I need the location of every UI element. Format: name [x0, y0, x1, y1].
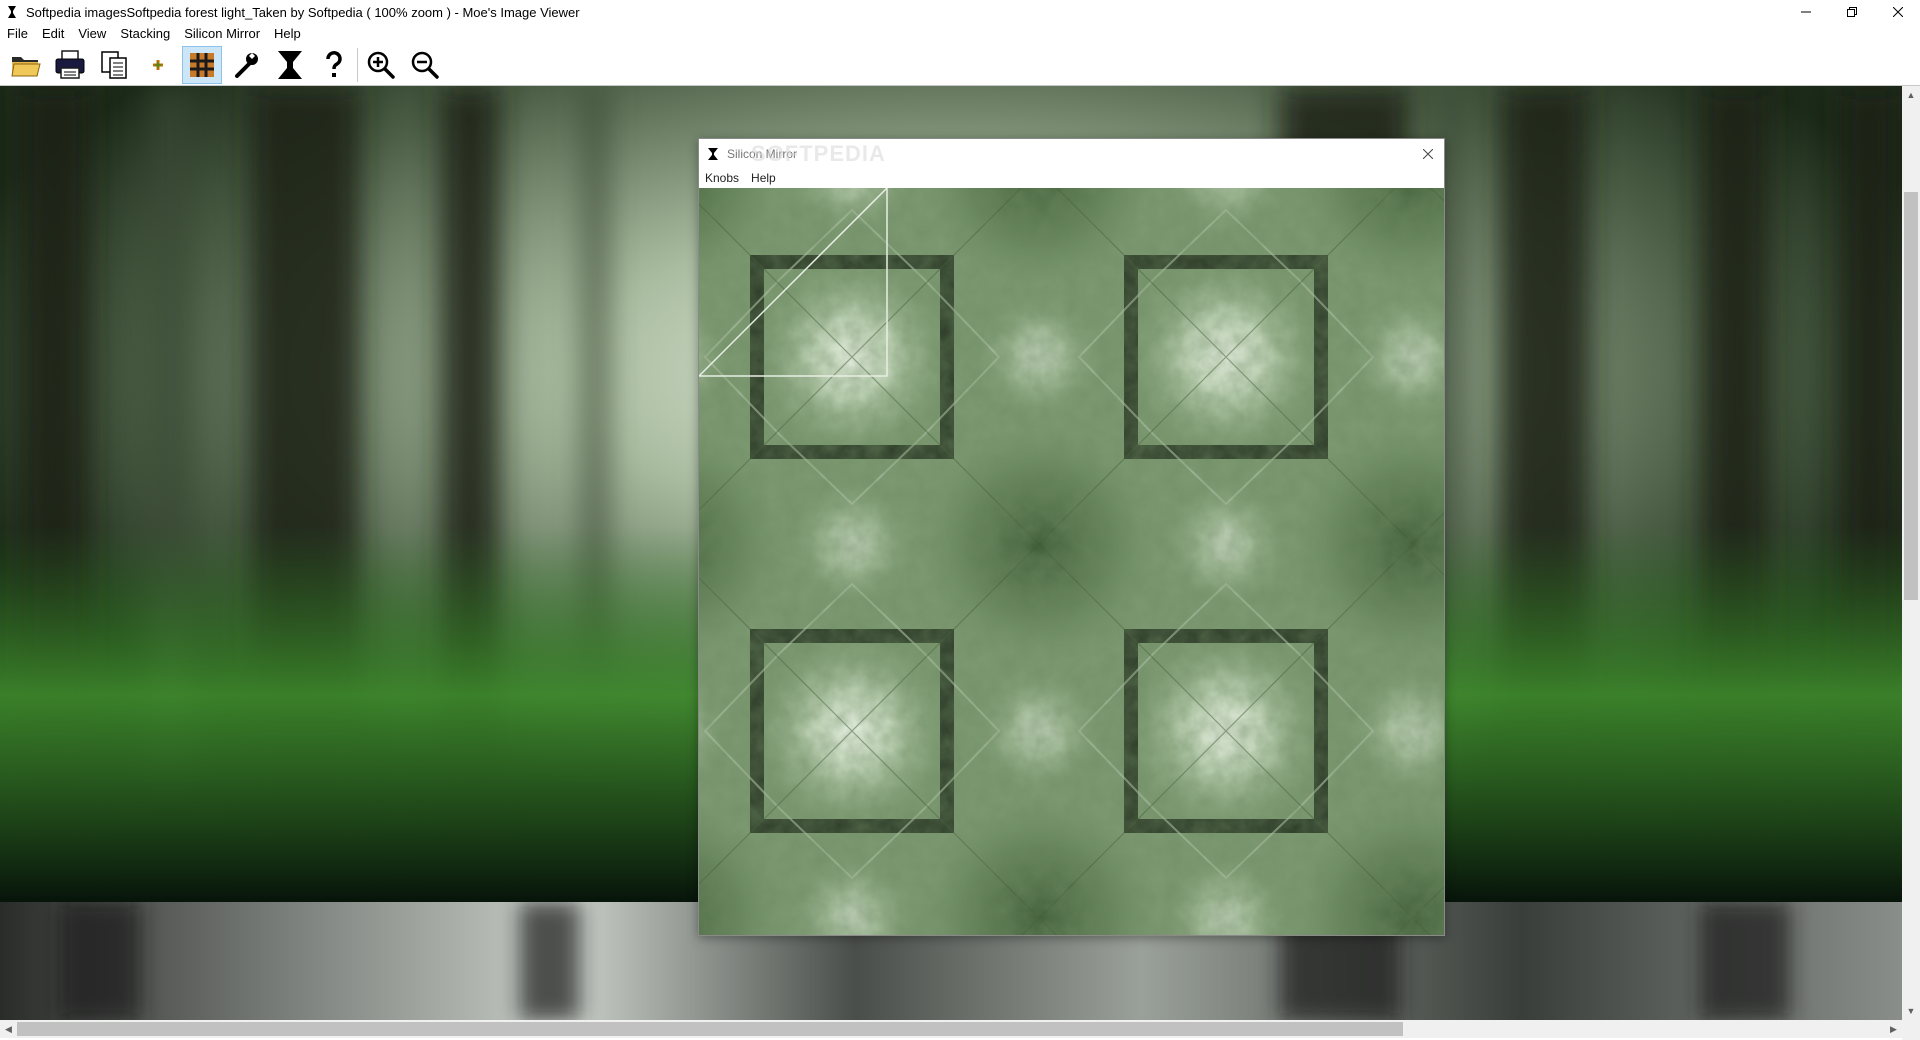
close-button[interactable]: [1875, 0, 1920, 24]
help-icon[interactable]: [314, 46, 354, 84]
minimize-button[interactable]: [1783, 0, 1828, 24]
copy-icon[interactable]: [94, 46, 134, 84]
silicon-mirror-titlebar[interactable]: Silicon Mirror SOFTPEDIA: [699, 139, 1444, 169]
grid-icon[interactable]: [182, 45, 222, 84]
scroll-down-icon[interactable]: ▼: [1902, 1002, 1920, 1020]
scrollbar-corner: [1902, 1020, 1920, 1040]
window-title: Softpedia imagesSoftpedia forest light_T…: [26, 4, 580, 20]
add-icon[interactable]: [138, 46, 178, 84]
zoom-in-icon[interactable]: [361, 46, 401, 84]
menu-silicon-mirror[interactable]: Silicon Mirror: [177, 24, 267, 43]
kaleidoscope-image[interactable]: [699, 188, 1444, 935]
silicon-mirror-menu: Knobs Help: [699, 169, 1444, 187]
silicon-mirror-window[interactable]: Silicon Mirror SOFTPEDIA Knobs Help: [698, 138, 1445, 936]
menu-file[interactable]: File: [0, 24, 35, 43]
silicon-mirror-icon: [699, 139, 727, 169]
zoom-out-icon[interactable]: [405, 46, 445, 84]
menu-knobs[interactable]: Knobs: [699, 171, 745, 185]
close-icon[interactable]: [1418, 144, 1438, 164]
menu-view[interactable]: View: [71, 24, 113, 43]
menu-bar: File Edit View Stacking Silicon Mirror H…: [0, 24, 1920, 43]
print-icon[interactable]: [50, 46, 90, 84]
app-icon: [0, 0, 24, 24]
menu-help[interactable]: Help: [267, 24, 308, 43]
scroll-up-icon[interactable]: ▲: [1902, 86, 1920, 104]
menu-edit[interactable]: Edit: [35, 24, 71, 43]
menu-stacking[interactable]: Stacking: [113, 24, 177, 43]
vertical-scrollbar[interactable]: ▲ ▼: [1902, 86, 1920, 1020]
horizontal-scrollbar[interactable]: ◀ ▶: [0, 1020, 1902, 1038]
softpedia-watermark: SOFTPEDIA: [751, 141, 886, 166]
scroll-right-icon[interactable]: ▶: [1885, 1020, 1902, 1038]
toolbar: [0, 44, 1920, 86]
silicon-mirror-icon[interactable]: [270, 46, 310, 84]
toolbar-separator: [357, 47, 358, 82]
restore-button[interactable]: [1829, 0, 1874, 24]
horizontal-scroll-thumb[interactable]: [17, 1022, 1403, 1036]
vertical-scroll-thumb[interactable]: [1904, 192, 1918, 600]
title-bar: Softpedia imagesSoftpedia forest light_T…: [0, 0, 1920, 24]
scroll-left-icon[interactable]: ◀: [0, 1020, 17, 1038]
open-folder-icon[interactable]: [6, 46, 46, 84]
menu-mirror-help[interactable]: Help: [745, 171, 782, 185]
wrench-icon[interactable]: [226, 46, 266, 84]
